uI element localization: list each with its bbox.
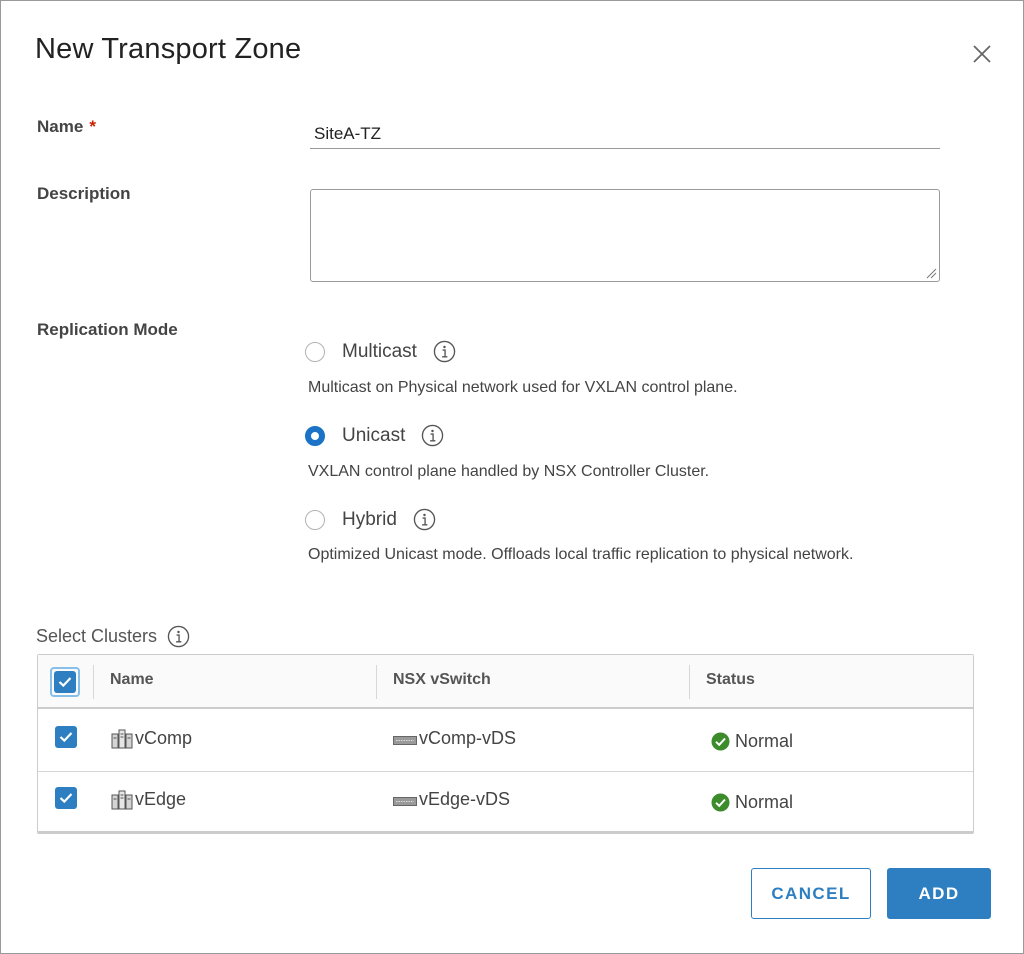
info-icon[interactable] <box>421 424 444 447</box>
resize-grip-icon[interactable] <box>925 267 937 279</box>
hybrid-label: Hybrid <box>342 508 397 530</box>
status-text: Normal <box>735 792 794 812</box>
row-checkbox[interactable] <box>55 726 77 748</box>
checkmark-icon <box>59 732 73 743</box>
select-clusters-label: Select Clusters <box>36 625 190 648</box>
clusters-table: Name NSX vSwitch Status vComp vComp-vDS … <box>37 654 974 834</box>
table-row[interactable]: vEdge vEdge-vDS Normal <box>38 772 973 833</box>
cluster-icon <box>111 729 133 749</box>
switch-icon <box>393 797 417 806</box>
cluster-icon <box>111 790 133 810</box>
description-label: Description <box>37 184 131 203</box>
hybrid-radio[interactable] <box>305 509 325 530</box>
dialog-title: New Transport Zone <box>35 33 302 65</box>
unicast-radio[interactable] <box>305 425 325 446</box>
multicast-description: Multicast on Physical network used for V… <box>308 379 738 396</box>
cluster-name: vComp <box>135 728 193 748</box>
hybrid-description: Optimized Unicast mode. Offloads local t… <box>308 546 854 563</box>
add-button[interactable]: ADD <box>887 868 991 919</box>
name-label: Name * <box>37 117 96 136</box>
cancel-button[interactable]: CANCEL <box>751 868 871 919</box>
radio-option-unicast[interactable]: Unicast <box>305 424 444 447</box>
radio-option-hybrid[interactable]: Hybrid <box>305 508 436 531</box>
row-checkbox[interactable] <box>55 787 77 809</box>
status-text: Normal <box>735 731 794 751</box>
info-icon[interactable] <box>413 508 436 531</box>
checkmark-icon <box>58 677 72 688</box>
nsx-vswitch-name: vEdge-vDS <box>419 789 511 809</box>
multicast-radio[interactable] <box>305 341 325 362</box>
info-icon[interactable] <box>433 340 456 363</box>
column-header-nsx-vswitch[interactable]: NSX vSwitch <box>393 671 491 689</box>
nsx-vswitch-name: vComp-vDS <box>419 728 517 748</box>
radio-option-multicast[interactable]: Multicast <box>305 340 456 363</box>
new-transport-zone-dialog: New Transport Zone Name* Description Rep… <box>0 0 1024 954</box>
check-circle-icon <box>711 793 730 812</box>
column-separator[interactable] <box>689 665 690 699</box>
column-separator <box>93 665 94 699</box>
cluster-name: vEdge <box>135 789 187 809</box>
check-circle-icon <box>711 732 730 751</box>
select-all-focus-ring <box>50 667 80 697</box>
close-icon[interactable] <box>967 39 997 69</box>
description-field[interactable] <box>310 189 940 282</box>
unicast-description: VXLAN control plane handled by NSX Contr… <box>308 463 710 480</box>
unicast-label: Unicast <box>342 424 406 446</box>
name-input[interactable] <box>310 111 940 149</box>
select-all-checkbox[interactable] <box>54 671 76 693</box>
column-header-status[interactable]: Status <box>706 671 755 689</box>
switch-icon <box>393 736 417 745</box>
replication-mode-label: Replication Mode <box>37 320 178 339</box>
column-header-name[interactable]: Name <box>110 671 154 689</box>
multicast-label: Multicast <box>342 340 417 362</box>
column-separator[interactable] <box>376 665 377 699</box>
table-header: Name NSX vSwitch Status <box>38 655 973 709</box>
checkmark-icon <box>59 793 73 804</box>
table-row[interactable]: vComp vComp-vDS Normal <box>38 711 973 772</box>
info-icon[interactable] <box>167 625 190 648</box>
required-mark: * <box>89 117 96 136</box>
